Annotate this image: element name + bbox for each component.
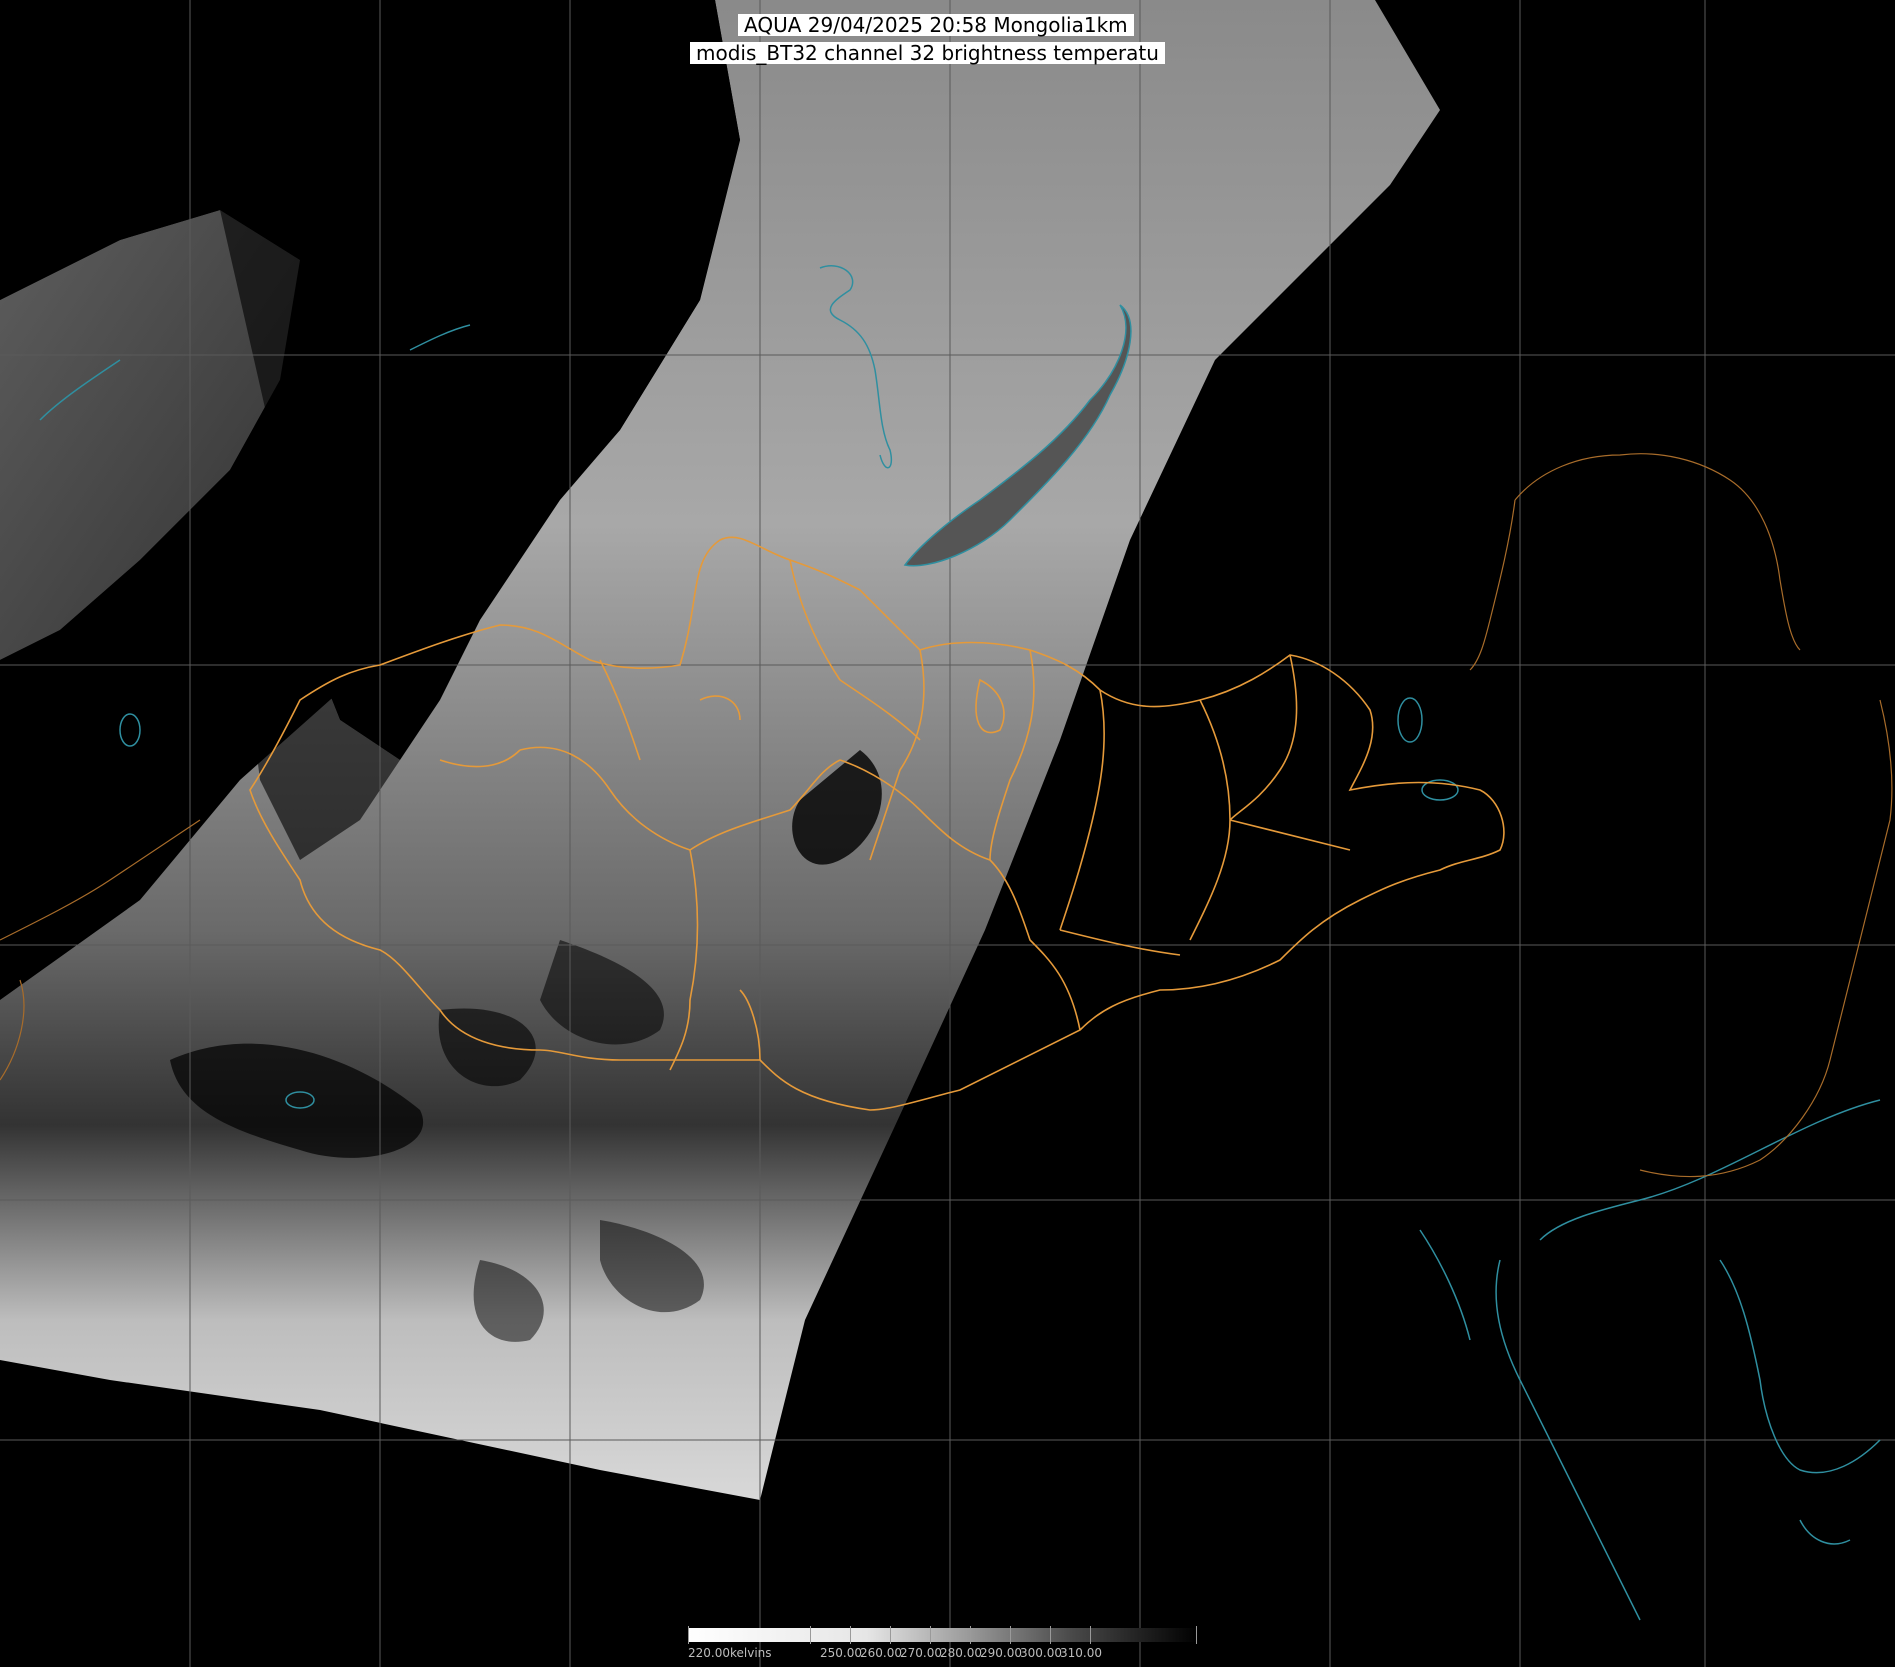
legend-tick xyxy=(890,1626,891,1644)
legend-label: 270.00 xyxy=(900,1646,942,1660)
map-title-line-2: modis_BT32 channel 32 brightness tempera… xyxy=(690,42,1165,64)
map-title-line-1: AQUA 29/04/2025 20:58 Mongolia1km xyxy=(738,14,1134,36)
satellite-map xyxy=(0,0,1895,1667)
legend-label: 310.00 xyxy=(1060,1646,1102,1660)
legend-tick xyxy=(930,1626,931,1644)
legend-tick xyxy=(688,1626,689,1644)
legend-tick xyxy=(1010,1626,1011,1644)
legend-label: 290.00 xyxy=(980,1646,1022,1660)
legend-tick xyxy=(1050,1626,1051,1644)
color-scale-legend: 220.00kelvins 250.00 260.00 270.00 280.0… xyxy=(688,1624,1200,1667)
legend-label-min: 220.00kelvins xyxy=(688,1646,772,1660)
legend-label: 300.00 xyxy=(1020,1646,1062,1660)
legend-label: 260.00 xyxy=(860,1646,902,1660)
legend-tick xyxy=(850,1626,851,1644)
legend-label: 280.00 xyxy=(940,1646,982,1660)
legend-gradient-bar xyxy=(688,1628,1198,1642)
legend-tick xyxy=(1090,1626,1091,1644)
legend-tick xyxy=(970,1626,971,1644)
legend-tick xyxy=(810,1626,811,1644)
legend-label: 250.00 xyxy=(820,1646,862,1660)
legend-tick xyxy=(1196,1626,1197,1644)
